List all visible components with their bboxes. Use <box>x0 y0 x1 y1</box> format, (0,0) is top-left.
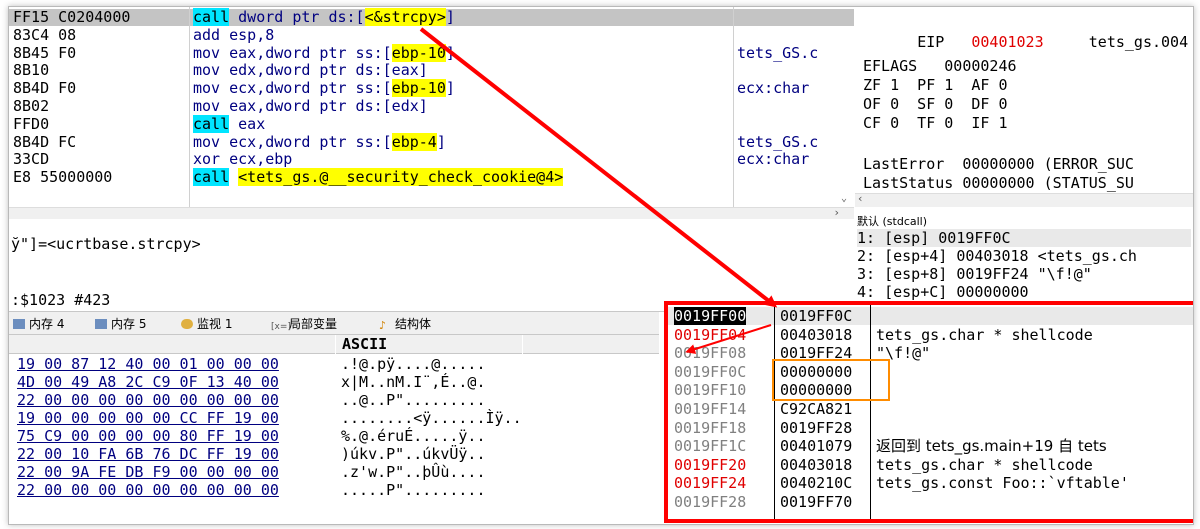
debugger-window: FF15 C0204000 call dword ptr ds:[<&strcpy… <box>8 6 1194 525</box>
arrow-strcpy-to-stack <box>419 27 778 308</box>
arrow-esp-to-stack <box>685 324 772 354</box>
annotation-arrows <box>419 27 778 354</box>
